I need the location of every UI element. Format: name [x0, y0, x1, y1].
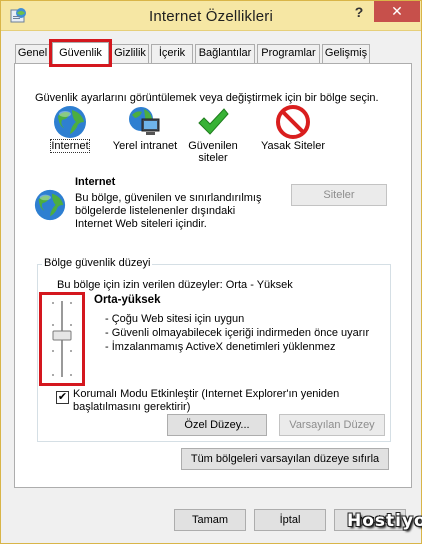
close-button[interactable]: ✕ — [374, 1, 420, 22]
default-level-button[interactable]: Varsayılan Düzey — [279, 414, 385, 436]
zone-label: Yerel intranet — [112, 140, 178, 152]
tab-connections[interactable]: Bağlantılar — [195, 44, 255, 63]
protected-mode-checkbox[interactable]: ✔ — [56, 391, 69, 404]
custom-level-button[interactable]: Özel Düzey... — [167, 414, 267, 436]
protected-mode-label[interactable]: Korumalı Modu Etkinleştir (Internet Expl… — [73, 388, 393, 414]
globe-icon — [34, 189, 66, 221]
slider-thumb — [52, 330, 72, 341]
zone-restricted-sites[interactable]: Yasak Siteler — [258, 104, 328, 152]
sites-button[interactable]: Siteler — [291, 184, 387, 206]
zone-intro-text: Güvenlik ayarlarını görüntülemek veya de… — [35, 92, 379, 104]
globe-icon — [54, 106, 86, 138]
security-level-description: - Çoğu Web sitesi için uygun - Güvenli o… — [105, 312, 369, 354]
watermark-text: Hostiyo — [347, 511, 422, 531]
level-point: - İmzalanmamış ActiveX denetimleri yükle… — [105, 341, 336, 353]
checkmark-icon — [198, 108, 229, 135]
zone-label: Güvenilen — [188, 140, 238, 152]
intranet-icon — [129, 107, 160, 135]
zone-info-title: Internet — [75, 176, 116, 188]
help-button[interactable]: ? — [345, 1, 373, 23]
title-bar[interactable]: Internet Özellikleri ? ✕ — [1, 1, 421, 31]
security-tab-panel: Güvenlik ayarlarını görüntülemek veya de… — [14, 63, 412, 488]
zone-internet[interactable]: Internet — [45, 104, 95, 153]
slider-track — [52, 301, 72, 377]
tab-security[interactable]: Güvenlik — [49, 39, 112, 67]
ok-button[interactable]: Tamam — [174, 509, 246, 531]
level-point: - Güvenli olmayabilecek içeriği indirmed… — [105, 327, 370, 339]
tab-general[interactable]: Genel — [15, 44, 50, 63]
zone-label: siteler — [198, 152, 228, 164]
tab-programs[interactable]: Programlar — [257, 44, 320, 63]
internet-options-dialog: Internet Özellikleri ? ✕ Genel Güvenlik … — [0, 0, 422, 544]
zone-local-intranet[interactable]: Yerel intranet — [110, 104, 180, 152]
level-point: - Çoğu Web sitesi için uygun — [105, 313, 245, 325]
tab-advanced[interactable]: Gelişmiş — [322, 44, 370, 63]
prohibited-icon — [276, 105, 310, 139]
reset-all-zones-button[interactable]: Tüm bölgeleri varsayılan düzeye sıfırla — [181, 448, 389, 470]
zone-info-description: Bu bölge, güvenilen ve sınırlandırılmış … — [75, 192, 262, 230]
zone-trusted-sites[interactable]: Güvenilen siteler — [183, 104, 243, 164]
tab-content[interactable]: İçerik — [151, 44, 193, 63]
group-title: Bölge güvenlik düzeyi — [42, 257, 153, 269]
security-level-slider[interactable] — [39, 292, 85, 386]
zone-label: Internet — [50, 139, 90, 153]
cancel-button[interactable]: İptal — [254, 509, 326, 531]
tab-privacy[interactable]: Gizlilik — [111, 44, 149, 63]
security-level-name: Orta-yüksek — [94, 294, 161, 306]
allowed-levels-text: Bu bölge için izin verilen düzeyler: Ort… — [57, 279, 293, 291]
zone-label: Yasak Siteler — [261, 140, 325, 152]
